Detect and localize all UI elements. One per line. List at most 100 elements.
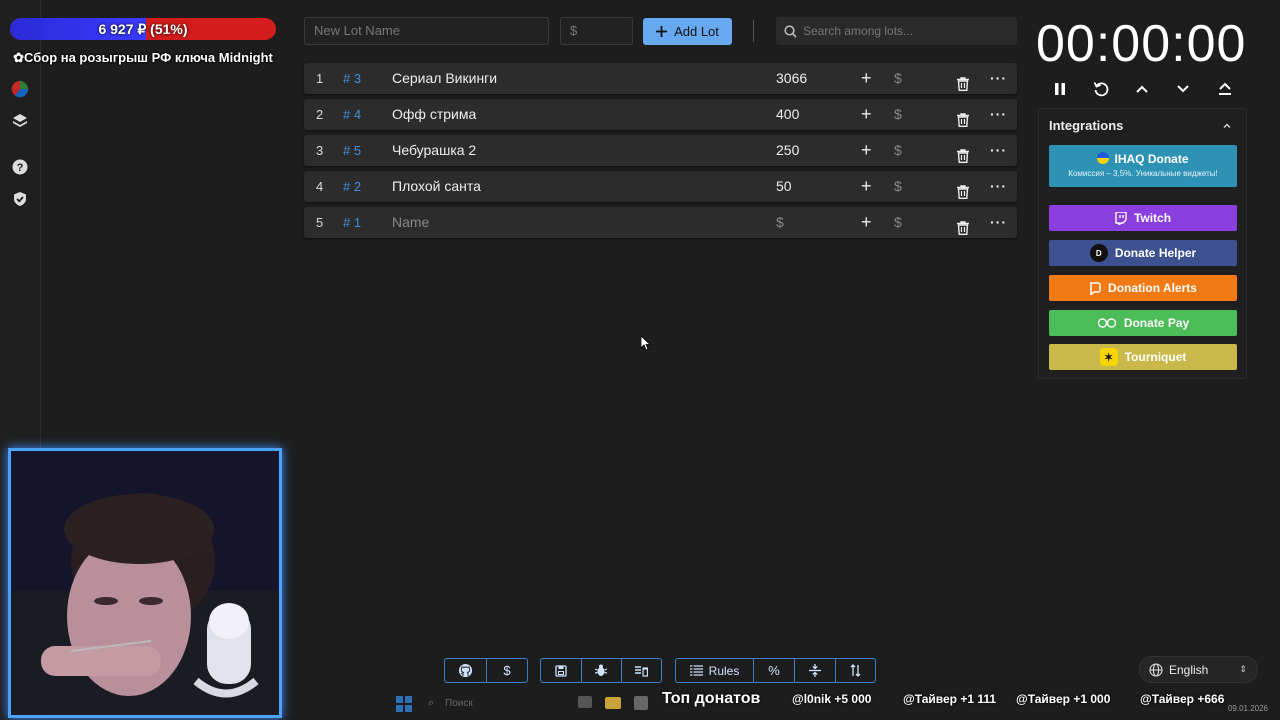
lot-number: 4 [316,179,324,194]
lot-number: 3 [316,143,324,158]
lot-dollar-button[interactable]: $ [894,63,902,94]
delete-lot-button[interactable] [957,143,969,174]
donate-pay-button[interactable]: Donate Pay [1049,310,1237,336]
lot-dollar-button[interactable]: $ [894,207,902,238]
save-button[interactable] [541,659,581,682]
time-up-button[interactable] [1131,78,1153,100]
new-lot-name-input[interactable]: New Lot Name [304,17,549,45]
add-lot-button[interactable]: Add Lot [643,18,732,45]
pie-chart-icon[interactable] [11,80,29,98]
donation-alerts-button[interactable]: Donation Alerts [1049,275,1237,301]
more-options-button[interactable]: ··· [990,135,1007,166]
delete-lot-button[interactable] [957,71,969,102]
lot-name[interactable]: Сериал Викинги [392,63,497,94]
clear-lots-button[interactable] [621,659,661,682]
lot-number: 2 [316,107,324,122]
sort-button[interactable] [835,659,875,682]
rules-button[interactable]: Rules [676,659,753,682]
split-button[interactable] [794,659,835,682]
plus-icon [656,26,668,37]
pause-icon [1055,83,1065,95]
lot-amount[interactable]: 250 [776,135,799,166]
windows-start-icon[interactable] [396,696,412,712]
percent-button[interactable]: % [753,659,794,682]
lot-name[interactable]: Офф стрима [392,99,476,130]
donate-link-button[interactable]: $ [486,659,527,682]
rules-list-icon [689,665,703,676]
ihaq-donate-button[interactable]: IHAQ Donate Комиссия – 3,5%. Уникальные … [1049,145,1237,187]
goal-title-text: Сбор на розыгрыш РФ ключа Midnight [24,50,273,65]
add-amount-button[interactable]: + [861,171,872,202]
more-options-button[interactable]: ··· [990,99,1007,130]
ihaq-subtitle: Комиссия – 3,5%. Уникальные виджеты! [1068,169,1218,178]
actions-group [540,658,662,683]
bug-icon [595,664,608,676]
ticker-entry: @l0nik +5 000 [792,692,872,706]
add-amount-button[interactable]: + [861,207,872,238]
language-select[interactable]: English ⇕ [1139,656,1258,683]
tourniquet-button[interactable]: ✶ Tourniquet [1049,344,1237,370]
lot-amount[interactable]: 400 [776,99,799,130]
lot-amount-input[interactable]: $ [776,207,784,238]
bug-report-button[interactable] [580,659,622,682]
toolbar-divider [753,20,754,42]
more-options-button[interactable]: ··· [990,207,1007,238]
donation-alerts-label: Donation Alerts [1108,281,1197,295]
folder-icon[interactable] [605,697,621,709]
rules-label: Rules [708,663,740,678]
taskbar-search-label[interactable]: Поиск [445,698,473,709]
taskbar-app-icon[interactable] [578,696,592,708]
lot-dollar-button[interactable]: $ [894,135,902,166]
time-max-button[interactable] [1214,78,1236,100]
lot-row: 4 # 2 Плохой санта 50 + $ ··· [304,171,1017,202]
ticker-entry: @Тайвер +666 [1140,692,1225,706]
github-button[interactable] [445,659,486,682]
percent-icon: % [768,663,780,678]
donate-helper-label: Donate Helper [1114,246,1197,260]
integrations-panel: Integrations IHAQ Donate Комиссия – 3,5%… [1038,108,1247,379]
trash-icon [957,149,969,163]
lot-name-input[interactable]: Name [392,207,429,238]
donate-helper-button[interactable]: D Donate Helper [1049,240,1237,266]
github-icon [458,663,473,678]
trash-icon [957,113,969,127]
new-lot-amount-input[interactable]: $ [560,17,633,45]
lot-amount[interactable]: 50 [776,171,792,202]
chevron-up-icon [1136,85,1148,93]
taskbar-search-icon: ⌕ [428,697,435,709]
reset-icon [1093,82,1109,97]
add-amount-button[interactable]: + [861,99,872,130]
clear-list-icon [635,665,649,677]
delete-lot-button[interactable] [957,215,969,246]
more-options-button[interactable]: ··· [990,171,1007,202]
chevron-up-icon[interactable] [1220,119,1234,133]
search-input[interactable]: Search among lots... [776,17,1017,45]
add-amount-button[interactable]: + [861,135,872,166]
ihaq-logo-icon [1097,152,1110,164]
goal-title: ✿Сбор на розыгрыш РФ ключа Midnight [10,50,276,65]
delete-lot-button[interactable] [957,107,969,138]
taskbar-date: 09.01.2026 [1227,704,1268,713]
lot-dollar-button[interactable]: $ [894,171,902,202]
ticker-title: Топ донатов [662,690,761,707]
lot-name[interactable]: Плохой санта [392,171,481,202]
delete-lot-button[interactable] [957,179,969,210]
reset-button[interactable] [1090,78,1112,100]
lot-amount[interactable]: 3066 [776,63,807,94]
lot-dollar-button[interactable]: $ [894,99,902,130]
store-icon[interactable] [634,696,648,710]
mouse-cursor-icon [641,336,651,351]
lot-name[interactable]: Чебурашка 2 [392,135,476,166]
twitch-button[interactable]: Twitch [1049,205,1237,231]
add-amount-button[interactable]: + [861,63,872,94]
layers-icon[interactable] [11,112,29,130]
lot-number: 5 [316,215,324,230]
globe-icon [1149,662,1163,677]
shield-check-icon[interactable] [11,190,29,208]
more-options-button[interactable]: ··· [990,63,1007,94]
lot-id: # 4 [343,107,362,122]
donate-pay-icon [1097,318,1117,328]
pause-button[interactable] [1049,78,1071,100]
help-icon[interactable]: ? [11,158,29,176]
time-down-button[interactable] [1172,78,1194,100]
